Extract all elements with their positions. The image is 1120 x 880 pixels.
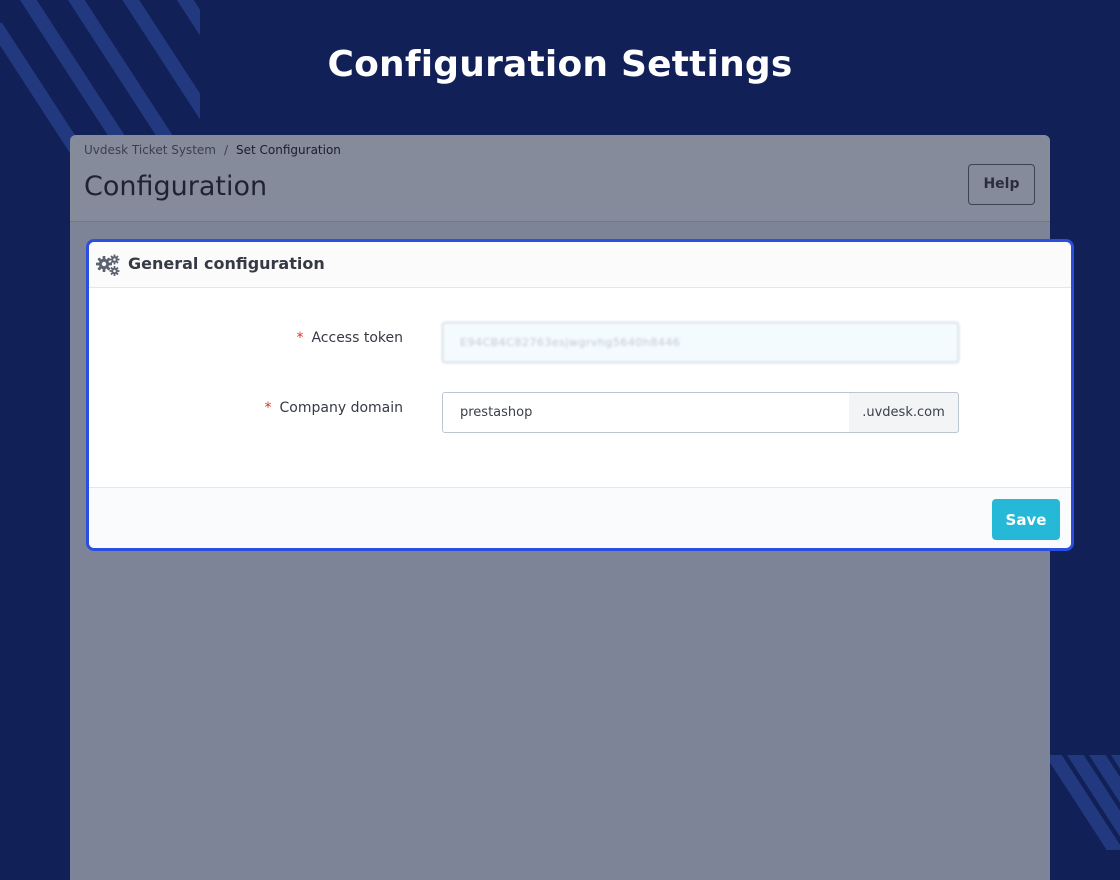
- save-button[interactable]: Save: [992, 499, 1060, 540]
- breadcrumb-current: Set Configuration: [236, 143, 341, 157]
- required-marker: *: [296, 330, 304, 346]
- domain-suffix-addon: .uvdesk.com: [849, 392, 959, 433]
- page-title: Configuration: [84, 171, 268, 202]
- access-token-input[interactable]: E94CB4C82763esjwgrvhg5640h8446: [442, 322, 959, 363]
- panel-title: General configuration: [128, 254, 325, 273]
- breadcrumb-separator: /: [223, 143, 229, 157]
- cogs-icon: [96, 254, 120, 276]
- help-button[interactable]: Help: [968, 164, 1035, 205]
- page-header: Uvdesk Ticket System / Set Configuration C…: [70, 135, 1050, 222]
- access-token-row: * Access token E94CB4C82763esjwgrvhg5640h…: [89, 322, 1071, 364]
- company-domain-row: * Company domain prestashop .uvdesk.com: [89, 392, 1071, 434]
- panel-footer: Save: [89, 487, 1071, 548]
- decorative-stripes-bottom-right: [1045, 755, 1120, 850]
- banner-title: Configuration Settings: [327, 44, 793, 85]
- screen: Configuration Settings Uvdesk Ticket Sys…: [0, 0, 1120, 880]
- panel-header: General configuration: [89, 242, 1071, 288]
- access-token-label: * Access token: [296, 330, 403, 346]
- breadcrumb: Uvdesk Ticket System / Set Configuration: [84, 143, 341, 157]
- breadcrumb-parent-link[interactable]: Uvdesk Ticket System: [84, 143, 216, 157]
- company-domain-label: * Company domain: [264, 400, 403, 416]
- company-domain-input[interactable]: prestashop: [442, 392, 850, 433]
- required-marker: *: [264, 400, 272, 416]
- general-configuration-panel: General configuration * Access token E94C…: [86, 239, 1074, 551]
